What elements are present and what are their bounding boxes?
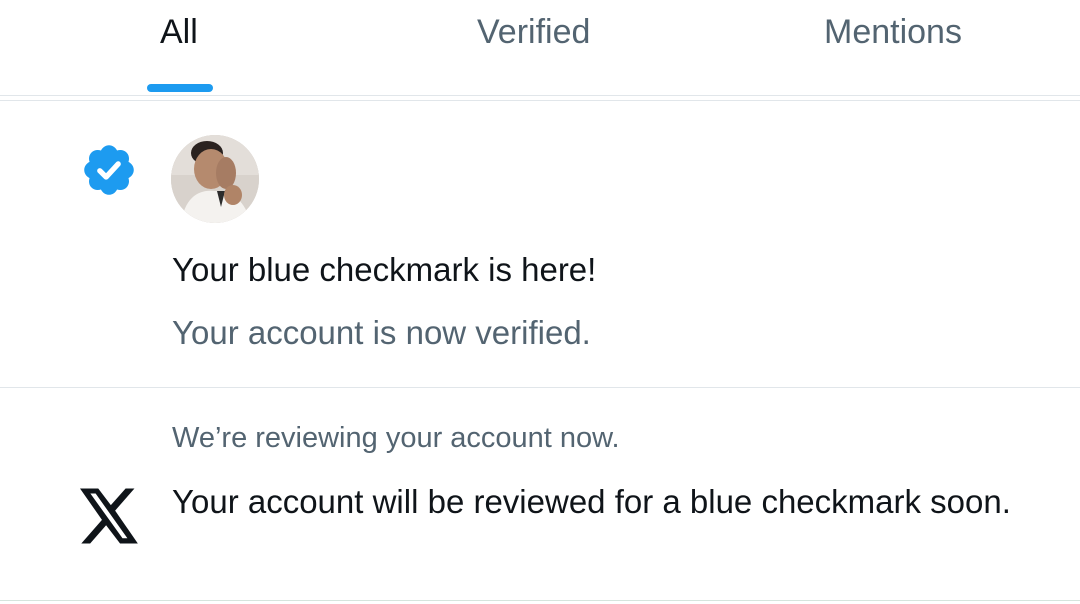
tab-verified[interactable]: Verified — [360, 0, 720, 95]
tab-all[interactable]: All — [0, 0, 360, 95]
avatar[interactable] — [171, 135, 259, 223]
verified-badge-icon — [84, 145, 134, 195]
notification-review[interactable]: We’re reviewing your account now. Your a… — [0, 388, 1080, 601]
notification-tabs: All Verified Mentions — [0, 0, 1080, 96]
tab-verified-label: Verified — [477, 13, 591, 51]
notification-title: Your blue checkmark is here! — [172, 251, 597, 288]
tab-mentions-label: Mentions — [824, 13, 962, 51]
tab-mentions[interactable]: Mentions — [720, 0, 1080, 95]
x-logo-icon — [80, 488, 138, 544]
notification-verified[interactable]: Your blue checkmark is here! Your accoun… — [0, 101, 1080, 388]
notification-body: Your account will be reviewed for a blue… — [172, 483, 1011, 520]
tab-all-label: All — [160, 13, 198, 51]
active-tab-indicator — [147, 84, 213, 92]
user-photo — [171, 135, 259, 223]
notification-header: We’re reviewing your account now. — [172, 422, 620, 454]
notification-subtitle: Your account is now verified. — [172, 314, 591, 351]
